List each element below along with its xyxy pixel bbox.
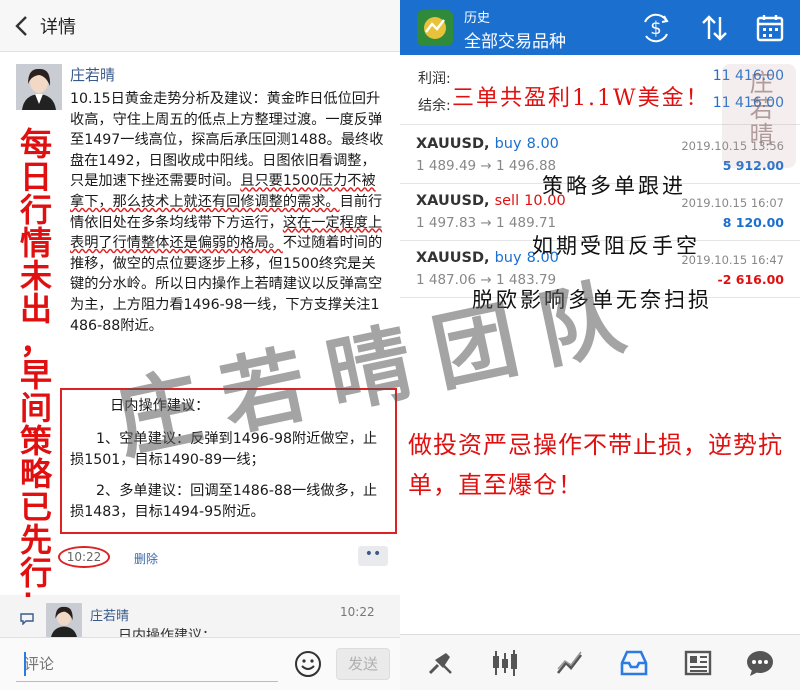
vertical-caption-char: 情 — [19, 224, 52, 262]
trade-direction: buy — [494, 136, 522, 152]
trade-profit: 8 120.00 — [722, 215, 784, 230]
comment-username[interactable]: 庄若晴 — [90, 605, 129, 624]
advice-item-long: 2、多单建议：回调至1486-88一线做多，止损1483，目标1494-95附近… — [70, 483, 378, 520]
text-caret — [24, 652, 26, 676]
vertical-caption-char: ， — [19, 323, 52, 361]
advice-item-short: 1、空单建议：反弹到1496-98附近做空，止损1501，目标1490-89一线… — [70, 431, 378, 468]
news-icon[interactable] — [682, 647, 714, 679]
trade-symbol-name: XAUUSD, — [416, 136, 490, 152]
more-button[interactable]: •• — [358, 546, 388, 566]
bottom-nav — [400, 634, 800, 690]
trade-profit: -2 616.00 — [717, 272, 784, 287]
detail-panel: 详情 庄若晴 10.15日黄金走势分析及建议：黄金昨日低位回升收高，守住上周五的… — [0, 0, 400, 690]
detail-header: 详情 — [0, 0, 400, 52]
vertical-caption-char: 行 — [19, 191, 52, 229]
comment-icon — [20, 613, 34, 625]
vertical-caption-char: 行 — [19, 554, 52, 592]
comment-input[interactable] — [16, 646, 278, 682]
vertical-caption-char: 每 — [19, 125, 52, 163]
vertical-caption-char: 出 — [19, 290, 52, 328]
balance-label: 结余: — [418, 98, 451, 114]
comment-avatar[interactable] — [46, 603, 82, 637]
send-button[interactable]: 发送 — [336, 648, 390, 680]
seal-stamp: 庄若晴 — [722, 64, 796, 168]
vertical-caption-char: 已 — [19, 488, 52, 526]
post-username[interactable]: 庄若晴 — [70, 64, 115, 85]
annotation-trade-3: 脱欧影响多单无奈扫损 — [472, 288, 712, 312]
chat-icon[interactable] — [744, 647, 776, 679]
vertical-caption-char: 略 — [19, 455, 52, 493]
header-title: 历史 — [464, 11, 491, 26]
page-title: 详情 — [40, 17, 76, 38]
trade-symbol-name: XAUUSD, — [416, 193, 490, 209]
trade-prices: 1 489.49 → 1 496.88 — [416, 158, 557, 174]
profit-headline: 三单共盈利1.1W美金！ — [452, 86, 710, 111]
trend-icon[interactable] — [554, 647, 586, 679]
profit-label: 利润: — [418, 71, 451, 87]
currency-filter-icon[interactable]: $ — [640, 12, 672, 44]
trade-symbol-name: XAUUSD, — [416, 250, 490, 266]
comment-text: 日内操作建议： — [118, 628, 216, 637]
symbol-filter[interactable]: 全部交易品种 — [464, 27, 566, 52]
trade-direction: sell — [494, 193, 520, 209]
sort-icon[interactable] — [698, 12, 730, 44]
comment-item[interactable]: 庄若晴 10:22 日内操作建议： — [12, 597, 400, 637]
seal-text: 庄若晴 — [745, 70, 773, 148]
post-body: 10.15日黄金走势分析及建议：黄金昨日低位回升收高，守住上周五的低点上方整理过… — [70, 89, 388, 336]
history-icon[interactable] — [618, 647, 650, 679]
vertical-caption-char: 先 — [19, 521, 52, 559]
trade-date: 2019.10.15 16:07 — [681, 196, 784, 210]
emoji-icon[interactable] — [294, 650, 322, 678]
avatar[interactable] — [16, 64, 62, 110]
vertical-caption-char: 策 — [19, 422, 52, 460]
comment-bar: 发送 — [0, 637, 400, 690]
chevron-left-icon[interactable] — [10, 12, 34, 40]
post-time: 10:22 — [58, 546, 110, 568]
annotation-trade-1: 策略多单跟进 — [542, 174, 686, 198]
advice-title: 日内操作建议： — [110, 398, 210, 414]
vertical-caption-char: 未 — [19, 257, 52, 295]
advice-box: 日内操作建议： 1、空单建议：反弹到1496-98附近做空，止损1501，目标1… — [60, 388, 397, 534]
chart-icon[interactable] — [489, 647, 521, 679]
history-header: 历史 全部交易品种 $ — [400, 0, 800, 55]
trade-volume: 8.00 — [526, 136, 559, 152]
metatrader-logo-icon[interactable] — [416, 9, 454, 47]
svg-text:$: $ — [650, 18, 661, 39]
delete-button[interactable]: 删除 — [134, 550, 158, 567]
post-card: 庄若晴 10.15日黄金走势分析及建议：黄金昨日低位回升收高，守住上周五的低点上… — [0, 52, 400, 595]
trade-symbol: XAUUSD, buy 8.00 — [416, 136, 559, 152]
vertical-caption-char: 间 — [19, 389, 52, 427]
warning-text: 做投资严忌操作不带止损，逆势抗单，直至爆仓！ — [408, 431, 783, 499]
trade-direction: buy — [494, 250, 522, 266]
trade-icon[interactable] — [424, 647, 456, 679]
comment-time: 10:22 — [340, 605, 375, 619]
vertical-caption-char: 日 — [19, 158, 52, 196]
calendar-icon[interactable] — [754, 12, 786, 44]
trade-prices: 1 497.83 → 1 489.71 — [416, 215, 557, 231]
vertical-caption-char: 早 — [19, 356, 52, 394]
vertical-caption: 每日行情未出，早间策略已先行！ — [14, 128, 58, 623]
annotation-trade-2: 如期受阻反手空 — [532, 234, 700, 258]
